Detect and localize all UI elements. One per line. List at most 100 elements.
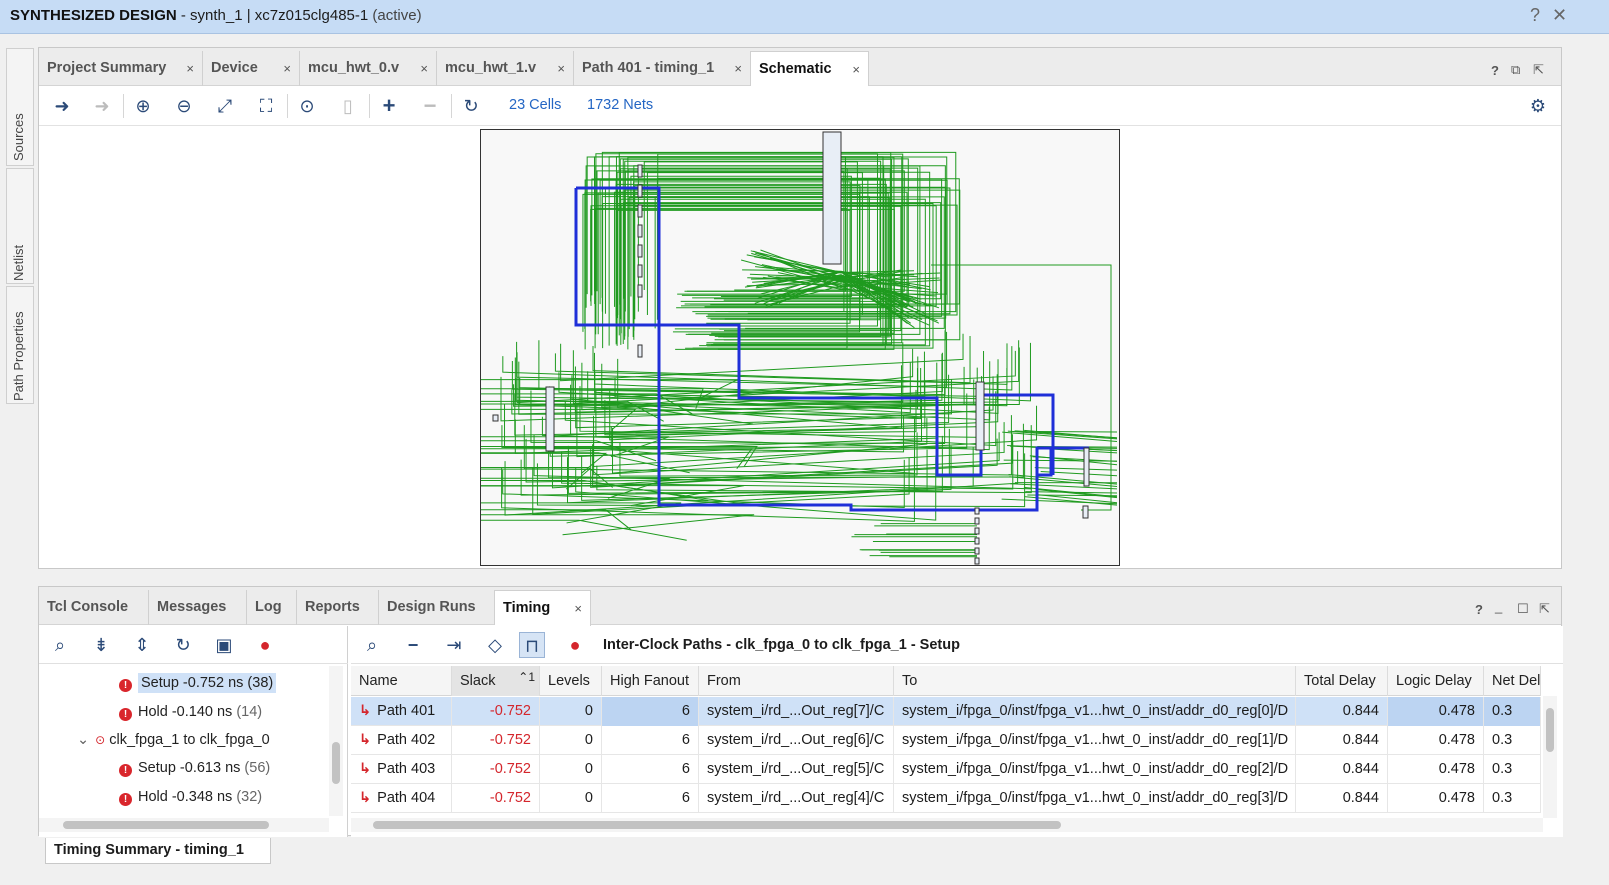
tree-item-hold[interactable]: ! Hold -0.140 ns (14) — [119, 704, 262, 721]
gear-icon[interactable]: ⚙ — [1525, 93, 1551, 119]
tab-reports[interactable]: Reports — [297, 590, 379, 625]
schematic-cell[interactable] — [492, 414, 499, 422]
tab-mcu-hwt-1[interactable]: mcu_hwt_1.v × — [437, 51, 574, 86]
schematic-cell[interactable] — [637, 264, 643, 278]
table-row[interactable]: ↳ Path 403 -0.752 0 6 system_i/rd_...Out_reg[… — [351, 755, 1541, 784]
schematic-cell[interactable] — [637, 344, 643, 358]
tab-schematic[interactable]: Schematic × — [751, 51, 869, 87]
close-icon[interactable]: ✕ — [1552, 5, 1567, 26]
nets-count-link[interactable]: 1732 Nets — [587, 97, 653, 113]
zoom-out-icon[interactable]: ⊖ — [171, 93, 197, 119]
column-header-net-delay[interactable]: Net Del — [1484, 666, 1541, 696]
table-row[interactable]: ↳ Path 401 -0.752 0 6 system_i/rd_...Out_reg[… — [351, 697, 1541, 726]
schematic-cell[interactable] — [637, 184, 643, 198]
refresh-icon[interactable]: ↻ — [458, 93, 484, 119]
tree-item-setup[interactable]: ! Setup -0.613 ns (56) — [119, 760, 270, 777]
schematic-cell[interactable] — [975, 381, 985, 451]
tree-vertical-scrollbar[interactable] — [329, 666, 343, 816]
tree-item-setup[interactable]: ! Setup -0.752 ns (38) — [119, 673, 277, 693]
schematic-drawing[interactable] — [481, 130, 1119, 565]
column-header-total-delay[interactable]: Total Delay — [1296, 666, 1388, 696]
close-icon[interactable]: × — [852, 62, 860, 77]
goto-source-icon[interactable]: ⇥ — [441, 632, 467, 658]
schematic-cell[interactable] — [974, 507, 980, 515]
cell-icon[interactable]: ▯ — [335, 93, 361, 119]
schematic-cell[interactable] — [974, 557, 980, 565]
schematic-cell[interactable] — [637, 164, 643, 178]
forward-icon[interactable]: ➜ — [89, 93, 115, 119]
waveform-icon[interactable]: ⊓ — [519, 632, 545, 658]
restore-icon[interactable]: ⧉ — [1511, 62, 1520, 78]
close-icon[interactable]: × — [734, 61, 742, 76]
schematic-cell[interactable] — [637, 204, 643, 218]
collapse-icon[interactable]: − — [400, 632, 426, 658]
table-row[interactable]: ↳ Path 404 -0.752 0 6 system_i/rd_...Out_reg[… — [351, 784, 1541, 813]
tab-design-runs[interactable]: Design Runs — [379, 590, 495, 625]
collapse-icon[interactable]: − — [417, 93, 443, 119]
search-icon[interactable]: ⌕ — [47, 632, 73, 658]
column-header-to[interactable]: To — [894, 666, 1296, 696]
schematic-cell[interactable] — [637, 244, 643, 258]
save-icon[interactable]: ▣ — [211, 632, 237, 658]
scroll-thumb[interactable] — [1546, 708, 1554, 752]
close-icon[interactable]: × — [420, 61, 428, 76]
minimize-icon[interactable]: _ — [1495, 599, 1502, 614]
column-header-levels[interactable]: Levels — [540, 666, 602, 696]
schematic-cell[interactable] — [974, 537, 980, 545]
column-header-logic-delay[interactable]: Logic Delay — [1388, 666, 1484, 696]
error-filter-icon[interactable]: ● — [562, 632, 588, 658]
chevron-down-icon[interactable]: ⌄ — [77, 732, 89, 748]
scroll-thumb[interactable] — [332, 742, 340, 784]
zoom-selection-icon[interactable]: ⛶ — [253, 93, 279, 119]
tab-tcl-console[interactable]: Tcl Console — [39, 590, 149, 625]
schematic-canvas[interactable] — [480, 129, 1120, 566]
schematic-cell[interactable] — [1082, 505, 1089, 519]
cells-count-link[interactable]: 23 Cells — [509, 97, 561, 113]
column-header-from[interactable]: From — [699, 666, 894, 696]
help-icon[interactable]: ? — [1530, 5, 1540, 26]
tab-mcu-hwt-0[interactable]: mcu_hwt_0.v × — [300, 51, 437, 86]
back-icon[interactable]: ➜ — [49, 93, 75, 119]
column-header-name[interactable]: Name — [351, 666, 452, 696]
error-filter-icon[interactable]: ● — [252, 632, 278, 658]
side-tab-netlist[interactable]: Netlist — [6, 168, 34, 284]
side-tab-sources[interactable]: Sources — [6, 48, 34, 166]
close-icon[interactable]: × — [574, 601, 582, 616]
float-icon[interactable]: ⇱ — [1533, 62, 1544, 78]
tab-messages[interactable]: Messages — [149, 590, 247, 625]
schematic-cell[interactable] — [974, 517, 980, 525]
close-icon[interactable]: × — [283, 61, 291, 76]
schematic-cell[interactable] — [822, 131, 842, 265]
column-header-slack[interactable]: Slack ⌃1 — [452, 666, 540, 696]
tab-device[interactable]: Device × — [203, 51, 300, 86]
tab-path-401[interactable]: Path 401 - timing_1 × — [574, 51, 751, 86]
search-icon[interactable]: ⌕ — [359, 632, 385, 658]
close-icon[interactable]: × — [186, 61, 194, 76]
schematic-cell[interactable] — [974, 527, 980, 535]
tab-timing-summary[interactable]: Timing Summary - timing_1 — [45, 838, 271, 864]
expand-icon[interactable]: + — [376, 93, 402, 119]
schematic-cell[interactable] — [1083, 447, 1090, 487]
expand-all-icon[interactable]: ⇕ — [129, 632, 155, 658]
crosshair-icon[interactable]: ⊙ — [294, 93, 320, 119]
column-header-high-fanout[interactable]: High Fanout — [602, 666, 699, 696]
schematic-cell[interactable] — [974, 547, 980, 555]
table-row[interactable]: ↳ Path 402 -0.752 0 6 system_i/rd_...Out_reg[… — [351, 726, 1541, 755]
tab-timing[interactable]: Timing × — [495, 590, 591, 626]
tree-item-hold[interactable]: ! Hold -0.348 ns (32) — [119, 789, 262, 806]
scroll-thumb[interactable] — [63, 821, 269, 829]
side-tab-path-properties[interactable]: Path Properties — [6, 286, 34, 404]
tab-log[interactable]: Log — [247, 590, 297, 625]
table-horizontal-scrollbar[interactable] — [351, 818, 1543, 832]
schematic-cell[interactable] — [545, 386, 555, 452]
tab-project-summary[interactable]: Project Summary × — [39, 51, 203, 86]
scroll-thumb[interactable] — [373, 821, 1061, 829]
float-icon[interactable]: ⇱ — [1539, 601, 1550, 617]
close-icon[interactable]: × — [557, 61, 565, 76]
help-icon[interactable]: ? — [1475, 602, 1483, 617]
schematic-cell[interactable] — [637, 224, 643, 238]
tree-item-clock-pair[interactable]: ⌄ ⊙ clk_fpga_1 to clk_fpga_0 — [77, 732, 270, 748]
tree-horizontal-scrollbar[interactable] — [39, 818, 329, 832]
fit-view-icon[interactable]: ⤢ — [212, 93, 238, 119]
schematic-cell[interactable] — [637, 284, 643, 298]
